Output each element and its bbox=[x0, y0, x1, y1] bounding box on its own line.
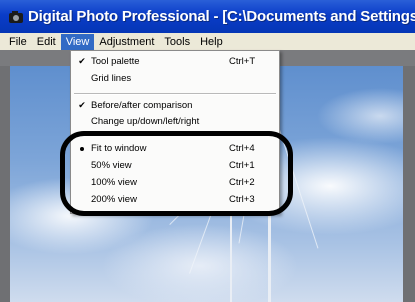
menu-item-label: Before/after comparison bbox=[91, 100, 193, 111]
menu-file[interactable]: File bbox=[4, 34, 32, 50]
highlight-callout bbox=[60, 131, 293, 216]
menu-view[interactable]: View bbox=[60, 33, 95, 50]
title-bar[interactable]: Digital Photo Professional - [C:\Documen… bbox=[0, 0, 415, 33]
menu-item-label: Grid lines bbox=[91, 73, 132, 84]
menu-edit[interactable]: Edit bbox=[32, 34, 61, 50]
check-icon: ✔ bbox=[78, 56, 86, 66]
menu-item-shortcut: Ctrl+T bbox=[229, 56, 256, 67]
menu-tools[interactable]: Tools bbox=[159, 34, 195, 50]
check-icon: ✔ bbox=[78, 100, 86, 110]
app-window: Digital Photo Professional - [C:\Documen… bbox=[0, 0, 415, 302]
window-title: Digital Photo Professional - [C:\Documen… bbox=[28, 8, 415, 25]
menu-item-change-direction[interactable]: Change up/down/left/right bbox=[71, 115, 279, 128]
menu-item-tool-palette[interactable]: ✔ Tool palette Ctrl+T bbox=[71, 55, 279, 68]
menu-item-grid-lines[interactable]: Grid lines bbox=[71, 72, 279, 85]
camera-icon bbox=[8, 9, 24, 25]
menu-item-label: Tool palette bbox=[91, 56, 140, 67]
menu-help[interactable]: Help bbox=[195, 34, 228, 50]
menu-item-before-after[interactable]: ✔ Before/after comparison bbox=[71, 99, 279, 112]
menu-item-label: Change up/down/left/right bbox=[91, 116, 200, 127]
menu-separator bbox=[74, 93, 276, 95]
menu-bar: File Edit View Adjustment Tools Help bbox=[0, 33, 415, 50]
menu-adjustment[interactable]: Adjustment bbox=[94, 34, 159, 50]
